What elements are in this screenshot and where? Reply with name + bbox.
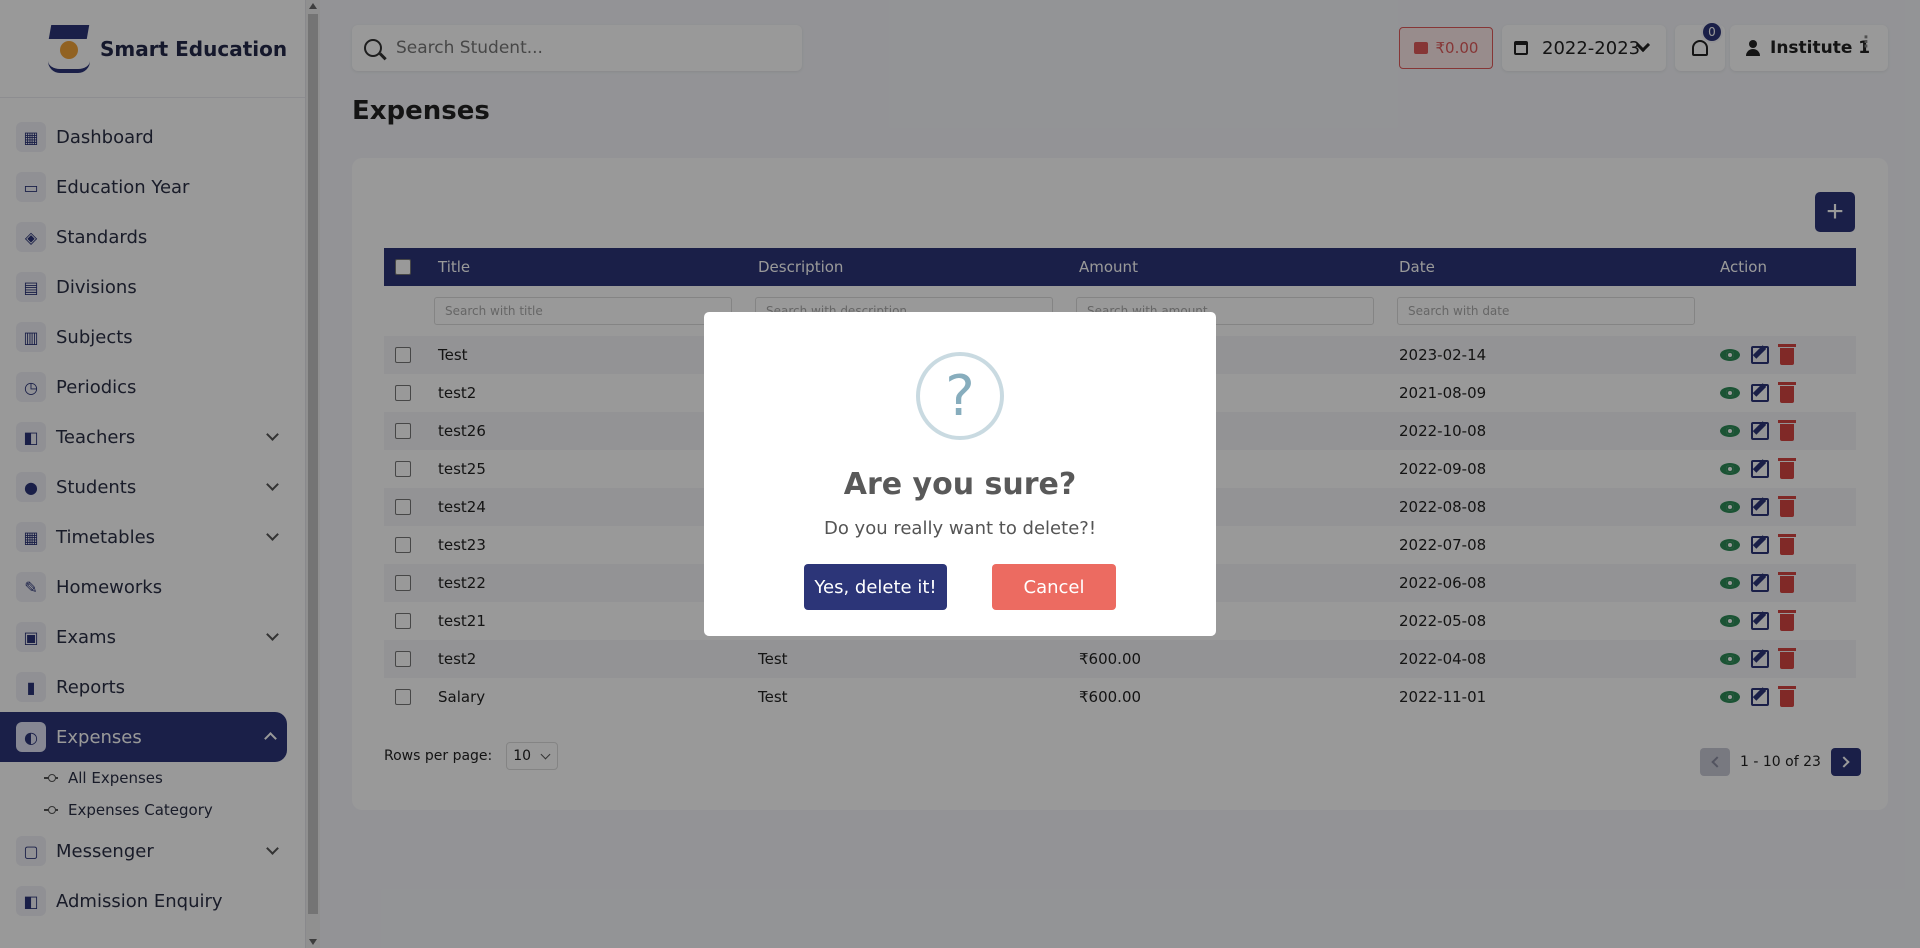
question-icon: ? — [916, 352, 1004, 440]
confirm-delete-dialog: ? Are you sure? Do you really want to de… — [704, 312, 1216, 636]
dialog-text: Do you really want to delete?! — [823, 518, 1097, 539]
dialog-title: Are you sure? — [843, 467, 1077, 502]
confirm-delete-button[interactable]: Yes, delete it! — [804, 564, 947, 610]
cancel-button[interactable]: Cancel — [992, 564, 1116, 610]
